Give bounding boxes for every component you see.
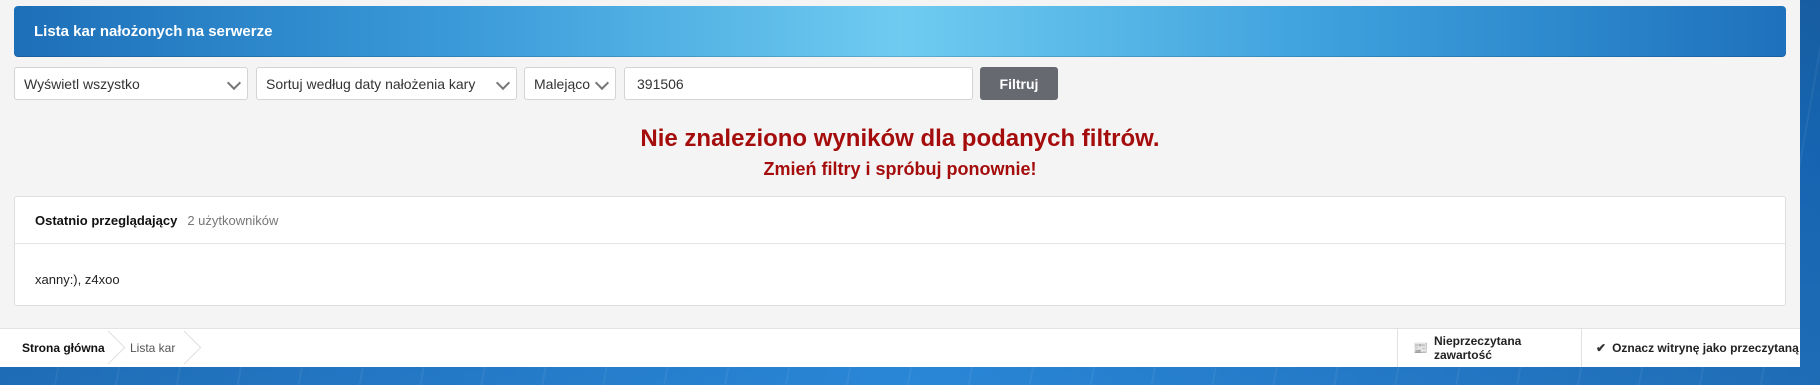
recent-viewers-list: xanny:), z4xoo xyxy=(35,272,120,287)
search-input[interactable]: 391506 xyxy=(624,67,973,100)
recent-viewers-count: 2 użytkowników xyxy=(187,212,279,228)
chevron-down-icon xyxy=(495,75,511,91)
footer-bar: Strona główna Lista kar 📰 Nieprzeczytana… xyxy=(0,328,1800,367)
filter-button[interactable]: Filtruj xyxy=(980,67,1058,100)
recent-viewers-title: Ostatnio przeglądający xyxy=(35,212,178,228)
sort-value: Sortuj według daty nałożenia kary xyxy=(266,75,476,92)
page-header: Lista kar nałożonych na serwerze xyxy=(14,6,1786,57)
page-title: Lista kar nałożonych na serwerze xyxy=(34,23,273,40)
search-input-value: 391506 xyxy=(637,75,684,92)
show-filter-select[interactable]: Wyświetl wszystko xyxy=(14,67,248,100)
sort-select[interactable]: Sortuj według daty nałożenia kary xyxy=(256,67,517,100)
chevron-down-icon xyxy=(226,75,242,91)
unread-content-link[interactable]: 📰 Nieprzeczytana zawartość xyxy=(1397,329,1581,367)
content-frame: Lista kar nałożonych na serwerze Wyświet… xyxy=(0,0,1800,367)
recent-viewers-header: Ostatnio przeglądający 2 użytkowników xyxy=(15,197,1785,244)
order-value: Malejąco xyxy=(534,75,591,92)
chevron-down-icon xyxy=(594,75,610,91)
no-results-hint: Zmień filtry i spróbuj ponownie! xyxy=(763,159,1037,179)
show-filter-value: Wyświetl wszystko xyxy=(24,75,140,92)
mark-site-read-link[interactable]: ✔ Oznacz witrynę jako przeczytaną xyxy=(1581,329,1801,367)
newspaper-icon: 📰 xyxy=(1413,341,1428,355)
order-select[interactable]: Malejąco xyxy=(524,67,616,100)
recent-viewers-block: Ostatnio przeglądający 2 użytkowników xa… xyxy=(14,196,1786,306)
check-icon: ✔ xyxy=(1596,341,1607,355)
mark-site-read-label: Oznacz witrynę jako przeczytaną xyxy=(1612,341,1799,355)
unread-content-label: Nieprzeczytana zawartość xyxy=(1433,334,1522,362)
no-results-message: Nie znaleziono wyników dla podanych filt… xyxy=(640,125,1160,152)
